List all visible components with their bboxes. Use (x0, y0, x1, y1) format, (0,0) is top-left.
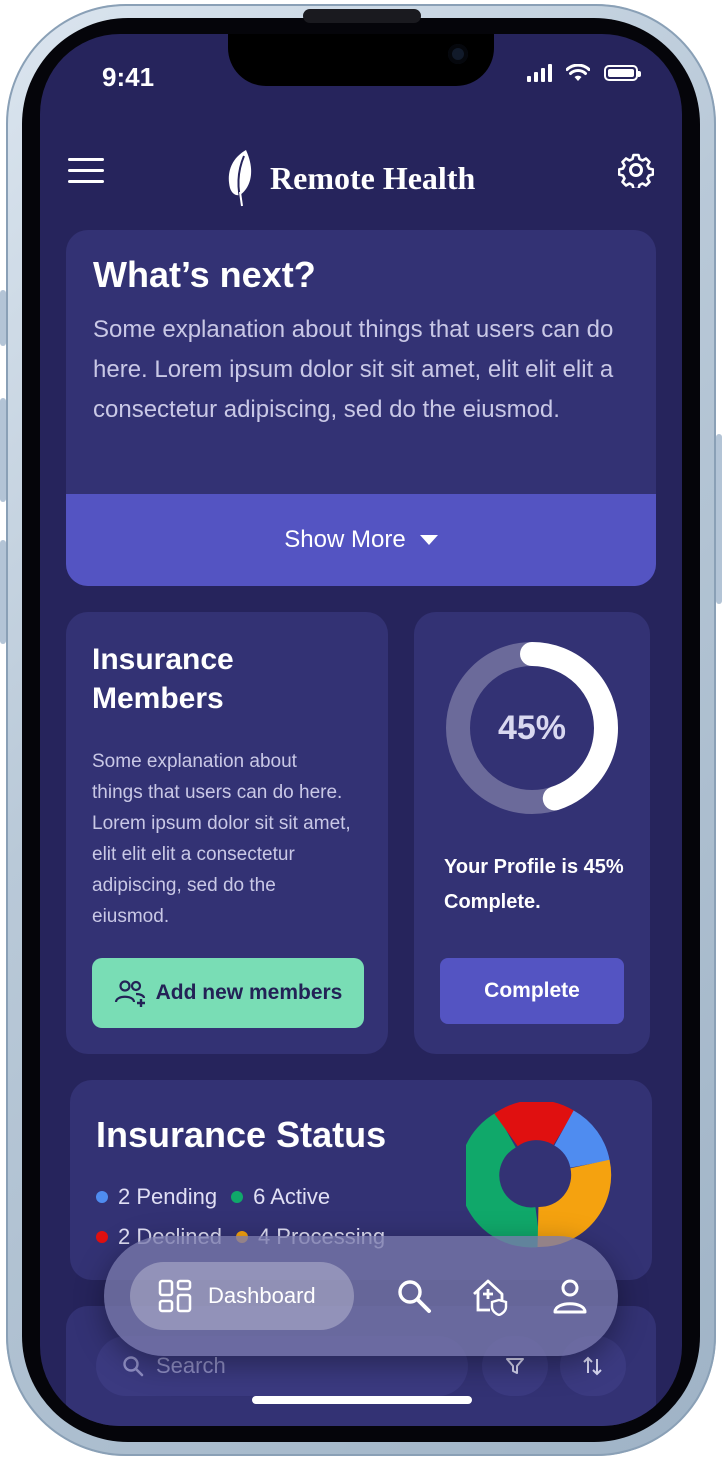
add-new-members-button[interactable]: Add new members (92, 958, 364, 1028)
insurance-members-body: Some explanation about things that users… (92, 751, 351, 927)
donut-segment-declined (494, 1102, 575, 1147)
earpiece-speaker (303, 9, 421, 23)
top-bar: Remote Health (40, 144, 682, 207)
whats-next-title: What’s next? (93, 254, 316, 295)
legend-pending-label: 2 Pending (118, 1184, 218, 1209)
status-time: 9:41 (102, 62, 155, 92)
bottom-nav: Dashboard (104, 1236, 618, 1356)
search-icon (123, 1356, 144, 1377)
search-placeholder: Search (156, 1353, 226, 1378)
add-group-icon (114, 980, 145, 1007)
profile-progress-card: 45% Your Profile is 45% Complete. Comple… (414, 612, 650, 1054)
camera-icon (448, 44, 468, 64)
side-button-mute (0, 290, 6, 346)
caret-down-icon (419, 535, 438, 545)
progress-percent-label: 45% (497, 708, 567, 747)
wifi-icon (566, 64, 590, 81)
gear-icon[interactable] (618, 152, 654, 188)
dashboard-icon (158, 1279, 192, 1313)
feather-icon (228, 150, 252, 207)
search-icon[interactable] (394, 1276, 434, 1316)
side-button-volume-down (0, 540, 6, 644)
status-legend-row-1: 2 Pending 6 Active (96, 1184, 330, 1210)
hamburger-icon[interactable] (68, 158, 104, 186)
whats-next-card: What’s next? Some explanation about thin… (66, 230, 656, 586)
sort-icon (583, 1356, 602, 1376)
profile-complete-text: Your Profile is 45% Complete. (444, 856, 624, 913)
brand: Remote Health (224, 148, 475, 208)
legend-active: 6 Active (231, 1184, 330, 1210)
show-more-label: Show More (284, 526, 406, 553)
insurance-members-card: Insurance Members Some explanation about… (66, 612, 388, 1054)
signal-icon (527, 64, 552, 82)
insurance-members-title: Insurance Members (92, 643, 234, 715)
status-icons (527, 64, 641, 82)
active-dot-icon (231, 1191, 244, 1203)
donut-segment-pending (553, 1110, 610, 1169)
add-new-members-label: Add new members (155, 981, 343, 1004)
declined-dot-icon (96, 1231, 108, 1243)
profile-icon[interactable] (550, 1276, 590, 1316)
show-more-button[interactable]: Show More (66, 494, 656, 586)
nav-dashboard-label: Dashboard (208, 1283, 316, 1308)
side-button-power (716, 434, 722, 604)
complete-profile-button[interactable]: Complete (440, 958, 624, 1024)
legend-pending: 2 Pending (96, 1184, 217, 1210)
home-shield-icon[interactable] (470, 1276, 510, 1316)
legend-active-label: 6 Active (253, 1184, 331, 1209)
notch (228, 34, 494, 86)
insurance-status-donut (466, 1102, 612, 1248)
whats-next-body: Some explanation about things that users… (93, 316, 614, 423)
donut-segment-processing (537, 1159, 612, 1247)
home-indicator (252, 1396, 472, 1404)
battery-icon (604, 65, 641, 81)
insurance-status-title: Insurance Status (96, 1114, 387, 1155)
pending-dot-icon (96, 1191, 108, 1203)
nav-dashboard[interactable]: Dashboard (130, 1262, 354, 1330)
filter-icon (506, 1358, 524, 1374)
donut-segment-active (466, 1112, 541, 1248)
screen: 9:41 Remote Health What’s next? Some exp… (40, 34, 682, 1426)
app-title: Remote Health (270, 159, 476, 196)
profile-progress-ring: 45% (444, 640, 620, 816)
side-button-volume-up (0, 398, 6, 502)
